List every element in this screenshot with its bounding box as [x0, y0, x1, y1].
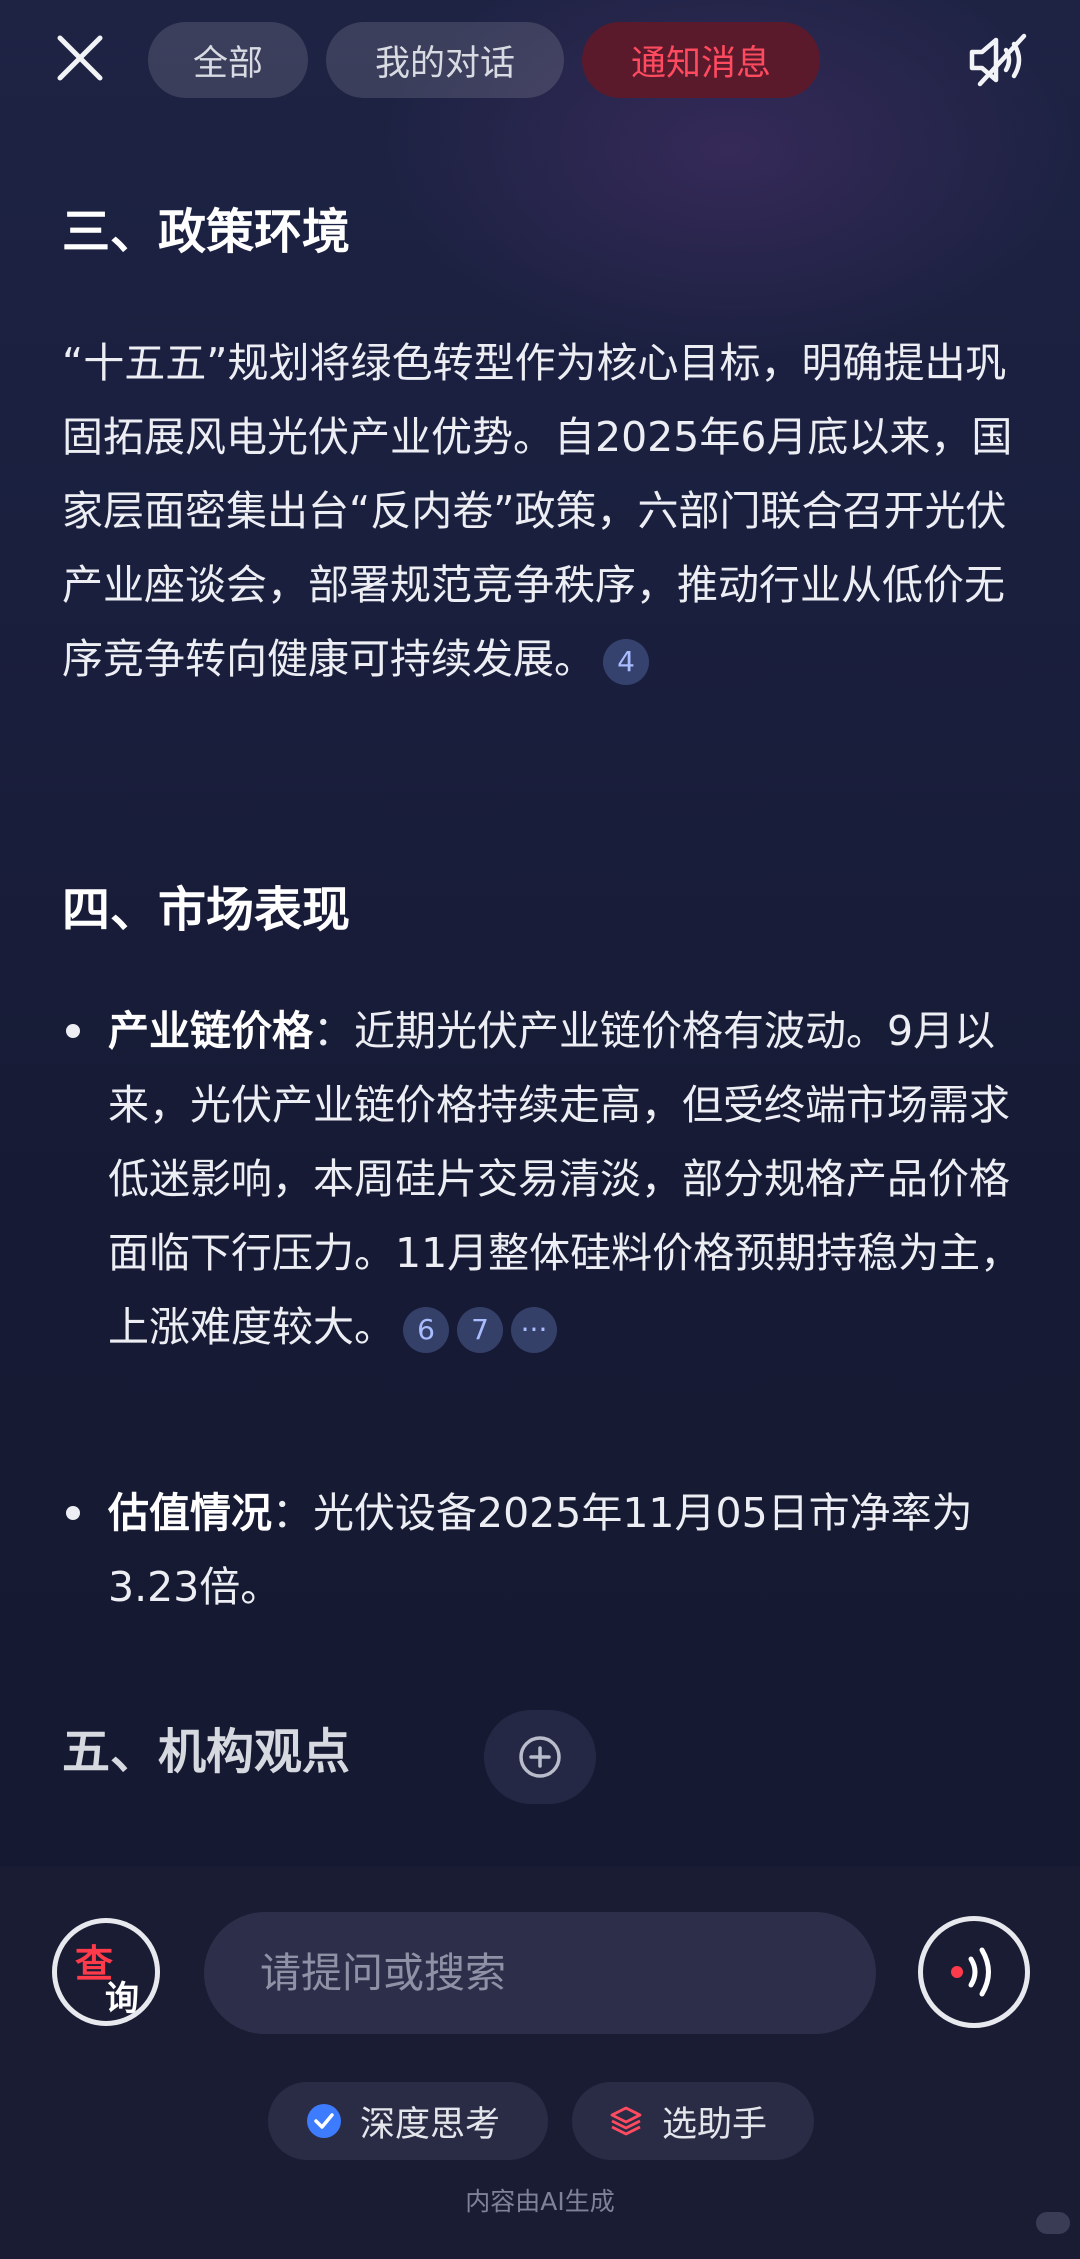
- list-item-chain-price: 产业链价格：近期光伏产业链价格有波动。9月以来，光伏产业链价格持续走高，但受终端…: [62, 994, 1022, 1364]
- mute-button[interactable]: [966, 28, 1032, 92]
- plus-circle-icon: [519, 1736, 561, 1778]
- citation-badge[interactable]: 7: [457, 1307, 503, 1353]
- watermark-logo: [1036, 2212, 1070, 2234]
- search-input[interactable]: [204, 1912, 876, 2034]
- deep-think-label: 深度思考: [360, 2104, 501, 2145]
- bullet-dot: [66, 1024, 80, 1038]
- policy-text: “十五五”规划将绿色转型作为核心目标，明确提出巩固拓展风电光伏产业优势。自202…: [62, 339, 1013, 683]
- voice-button[interactable]: [918, 1916, 1030, 2028]
- tab-notifications[interactable]: 通知消息: [582, 22, 820, 98]
- item-separator: ：: [313, 1007, 354, 1055]
- speaker-muted-icon: [969, 33, 1027, 87]
- close-icon: [57, 35, 103, 81]
- close-button[interactable]: [48, 26, 112, 90]
- voice-icon: [951, 1947, 991, 1997]
- check-circle-icon: [307, 2104, 341, 2138]
- layers-icon: [610, 2106, 642, 2136]
- tab-all[interactable]: 全部: [148, 22, 308, 98]
- query-button[interactable]: 查 询: [52, 1918, 160, 2026]
- deep-think-toggle[interactable]: 深度思考: [268, 2082, 548, 2160]
- section-title-market: 四、市场表现: [62, 882, 351, 938]
- list-item-valuation: 估值情况：光伏设备2025年11月05日市净率为3.23倍。: [62, 1476, 1022, 1624]
- add-button[interactable]: [484, 1710, 596, 1804]
- item-label: 估值情况: [108, 1489, 272, 1537]
- citation-badge[interactable]: 6: [403, 1307, 449, 1353]
- citation-badge[interactable]: 4: [603, 639, 649, 685]
- bullet-dot: [66, 1506, 80, 1520]
- citation-more-badge[interactable]: ···: [511, 1307, 557, 1353]
- query-char-bottom: 询: [105, 1979, 139, 2019]
- section-title-policy: 三、政策环境: [62, 204, 351, 260]
- item-text: 近期光伏产业链价格有波动。9月以来，光伏产业链价格持续走高，但受终端市场需求低迷…: [108, 1007, 1022, 1351]
- item-separator: ：: [272, 1489, 313, 1537]
- item-label: 产业链价格: [108, 1007, 313, 1055]
- choose-assistant-label: 选助手: [662, 2104, 768, 2145]
- policy-paragraph: “十五五”规划将绿色转型作为核心目标，明确提出巩固拓展风电光伏产业优势。自202…: [62, 326, 1022, 696]
- section-title-institution: 五、机构观点: [62, 1724, 351, 1780]
- tab-my-conversations[interactable]: 我的对话: [326, 22, 564, 98]
- top-bar: 全部 我的对话 通知消息: [0, 0, 1080, 120]
- ai-generated-note: 内容由AI生成: [465, 2187, 615, 2216]
- choose-assistant-button[interactable]: 选助手: [572, 2082, 814, 2160]
